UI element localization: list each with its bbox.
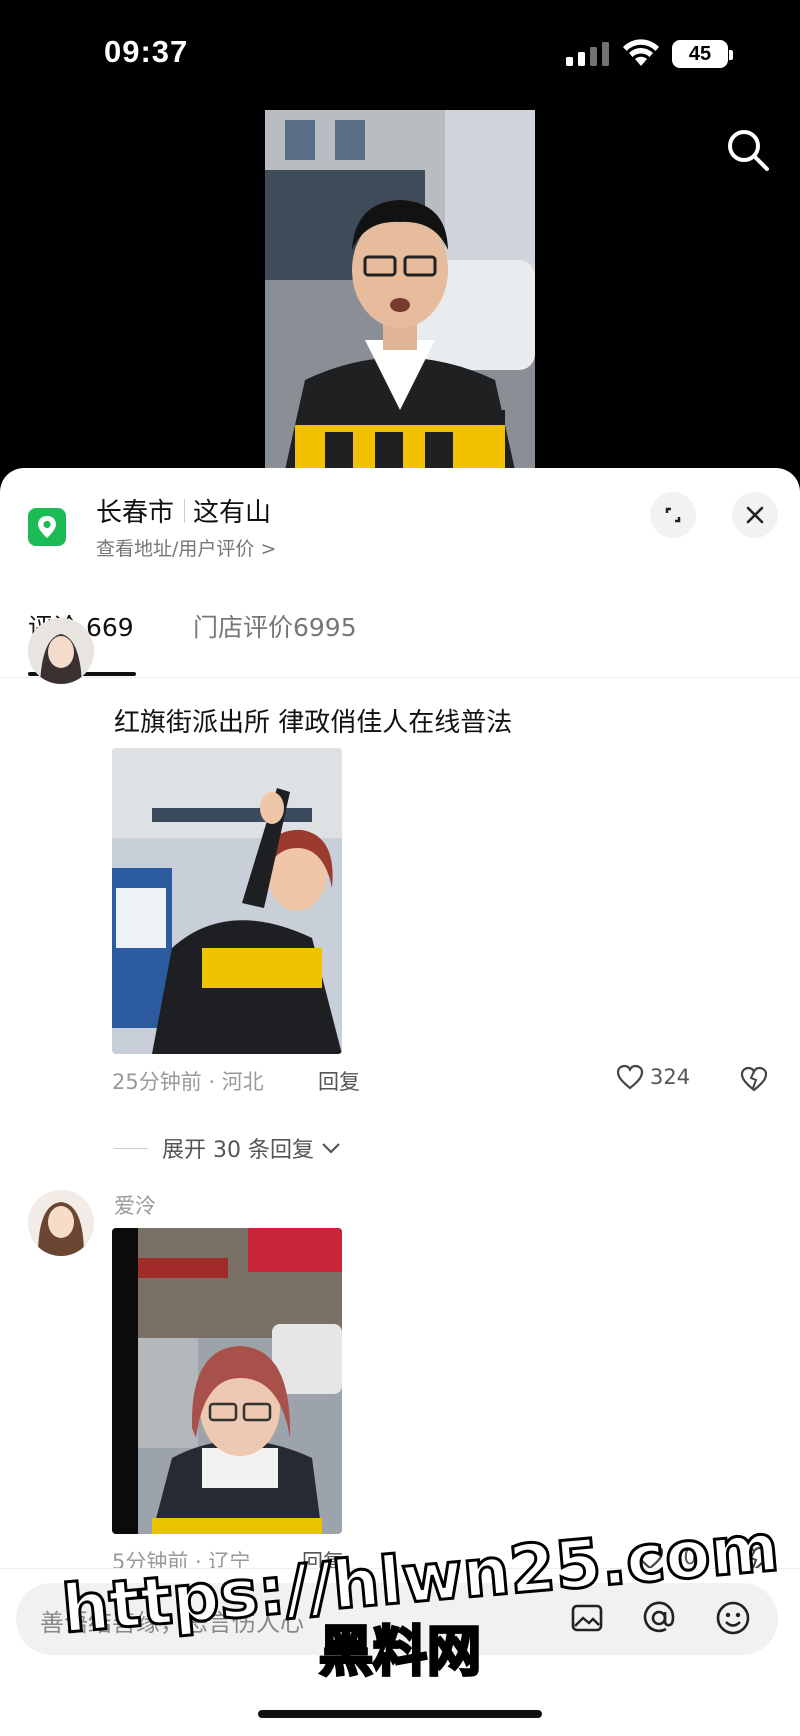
comment-image[interactable] bbox=[112, 748, 342, 1054]
heart-icon bbox=[636, 1544, 664, 1570]
comment-username[interactable]: 爱泠 bbox=[114, 1190, 156, 1220]
title-divider bbox=[184, 499, 186, 523]
comment-tabs: 评论 669 门店评价6995 bbox=[0, 608, 800, 678]
comment-input-placeholder: 善语结善缘，恶言伤人心 bbox=[40, 1609, 304, 1637]
close-button[interactable] bbox=[732, 492, 778, 538]
location-pin-icon bbox=[28, 508, 66, 546]
location-title[interactable]: 长春市 这有山 bbox=[96, 492, 271, 529]
emoji-icon[interactable] bbox=[710, 1595, 756, 1641]
expand-icon bbox=[665, 507, 681, 523]
dislike-icon[interactable] bbox=[740, 1066, 768, 1092]
expand-button[interactable] bbox=[650, 492, 696, 538]
like-count: 10 bbox=[670, 1545, 697, 1569]
close-icon bbox=[746, 506, 764, 524]
location-place: 这有山 bbox=[193, 498, 272, 528]
avatar[interactable] bbox=[28, 1190, 94, 1256]
comment-image[interactable] bbox=[112, 1228, 342, 1534]
location-subtitle-link[interactable]: 查看地址/用户评价 > bbox=[96, 534, 276, 561]
heart-icon bbox=[616, 1064, 644, 1090]
tab-store-reviews[interactable]: 门店评价6995 bbox=[193, 608, 357, 644]
divider-line bbox=[114, 1147, 148, 1149]
expand-replies-label: 展开 30 条回复 bbox=[162, 1138, 314, 1163]
expand-replies-button[interactable]: 展开 30 条回复 bbox=[114, 1132, 342, 1164]
chevron-down-icon bbox=[322, 1143, 340, 1154]
like-count: 324 bbox=[650, 1065, 691, 1089]
status-time: 09:37 bbox=[104, 34, 189, 69]
comment-time-location: 25分钟前 · 河北 bbox=[112, 1070, 264, 1094]
video-player[interactable] bbox=[265, 110, 535, 470]
location-sheet: 长春市这有山 查看地址/用户评价 > 评论 669 门店评价6995 红旗街派出… bbox=[0, 468, 800, 1736]
comment-text: 红旗街派出所 律政俏佳人在线普法 bbox=[114, 708, 513, 738]
like-button[interactable]: 324 bbox=[616, 1064, 690, 1090]
mention-icon[interactable] bbox=[636, 1595, 682, 1641]
cellular-signal-icon bbox=[566, 42, 609, 66]
comment-input[interactable]: 善语结善缘，恶言伤人心 bbox=[16, 1583, 778, 1655]
image-icon[interactable] bbox=[564, 1595, 610, 1641]
home-indicator bbox=[258, 1710, 542, 1718]
like-button[interactable]: 10 bbox=[636, 1544, 697, 1570]
location-city: 长春市 bbox=[96, 498, 175, 528]
reply-button[interactable]: 回复 bbox=[318, 1066, 360, 1096]
avatar[interactable] bbox=[28, 618, 94, 684]
battery-indicator: 45 bbox=[672, 40, 733, 68]
wifi-icon bbox=[623, 39, 659, 66]
video-frame-image bbox=[265, 110, 535, 470]
search-icon[interactable] bbox=[722, 124, 774, 176]
status-bar: 09:37 45 bbox=[0, 0, 800, 100]
